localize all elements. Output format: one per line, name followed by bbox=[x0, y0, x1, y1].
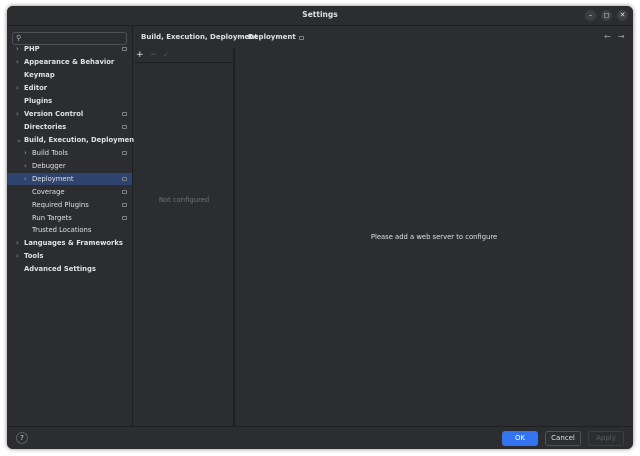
project-scope-icon bbox=[122, 151, 127, 155]
sidebar-item-label: Directories bbox=[24, 123, 67, 131]
project-scope-icon bbox=[122, 177, 127, 181]
sidebar-item[interactable]: › Tools bbox=[7, 250, 132, 262]
sidebar-item-label: Required Plugins bbox=[32, 201, 89, 209]
project-scope-icon bbox=[122, 216, 127, 220]
sidebar-item-label: Keymap bbox=[24, 71, 55, 79]
empty-list-text: Not configured bbox=[158, 196, 210, 204]
sidebar-item[interactable]: Advanced Settings bbox=[7, 263, 132, 275]
sidebar-item[interactable]: Run Targets bbox=[7, 212, 132, 224]
server-toolbar: + − ✓ bbox=[134, 49, 234, 63]
project-scope-icon bbox=[122, 190, 127, 194]
chevron-right-icon[interactable]: › bbox=[24, 147, 27, 159]
dialog-footer: ? OK Cancel Apply bbox=[7, 426, 633, 449]
sidebar-item-label: Editor bbox=[24, 84, 48, 92]
sidebar-item[interactable]: › PHP bbox=[7, 43, 132, 55]
cancel-button[interactable]: Cancel bbox=[545, 431, 581, 446]
sidebar-item-label: Build, Execution, Deployment bbox=[24, 136, 138, 144]
sidebar-item[interactable]: Required Plugins bbox=[7, 199, 132, 211]
project-scope-icon bbox=[122, 125, 127, 129]
check-icon[interactable]: ✓ bbox=[163, 51, 169, 59]
chevron-right-icon[interactable]: › bbox=[16, 56, 19, 68]
sidebar-item[interactable]: Directories bbox=[7, 121, 132, 133]
server-list-panel: + − ✓ Not configured bbox=[134, 49, 234, 427]
settings-sidebar: ⚲ › PHP › Appearance & Behavior Keymap › Edito… bbox=[7, 26, 137, 427]
sidebar-item[interactable]: › Editor bbox=[7, 82, 132, 94]
project-scope-icon bbox=[299, 36, 304, 40]
ok-button[interactable]: OK bbox=[502, 431, 538, 446]
sidebar-item-label: Plugins bbox=[24, 97, 53, 105]
settings-dialog: Settings – ◻ ✕ ⚲ › PHP › Appearance & Behav… bbox=[7, 6, 633, 449]
chevron-right-icon[interactable]: › bbox=[24, 173, 27, 185]
sidebar-item[interactable]: Coverage bbox=[7, 186, 132, 198]
project-scope-icon bbox=[122, 47, 127, 51]
sidebar-item-label: Deployment bbox=[32, 175, 74, 183]
sidebar-item-label: Tools bbox=[24, 252, 44, 260]
add-icon[interactable]: + bbox=[136, 50, 144, 60]
window-title: Settings bbox=[302, 10, 338, 19]
sidebar-item-label: Advanced Settings bbox=[24, 265, 96, 273]
chevron-right-icon[interactable]: › bbox=[16, 43, 19, 55]
main-panel: Build, Execution, Deployment › Deploymen… bbox=[134, 26, 633, 427]
sidebar-item[interactable]: › Build Tools bbox=[7, 147, 132, 159]
close-button[interactable]: ✕ bbox=[617, 10, 628, 21]
dialog-body: ⚲ › PHP › Appearance & Behavior Keymap › Edito… bbox=[7, 25, 633, 427]
chevron-right-icon[interactable]: › bbox=[16, 82, 19, 94]
project-scope-icon bbox=[122, 112, 127, 116]
help-icon[interactable]: ? bbox=[16, 432, 28, 444]
sidebar-item-label: Appearance & Behavior bbox=[24, 58, 115, 66]
configure-hint: Please add a web server to configure bbox=[370, 233, 498, 241]
project-scope-icon bbox=[122, 203, 127, 207]
sidebar-item[interactable]: ⌄ Build, Execution, Deployment bbox=[7, 134, 137, 146]
remove-icon[interactable]: − bbox=[150, 50, 158, 60]
sidebar-item-label: Trusted Locations bbox=[32, 226, 92, 234]
search-icon: ⚲ bbox=[16, 34, 22, 42]
minimize-button[interactable]: – bbox=[585, 10, 596, 21]
maximize-button[interactable]: ◻ bbox=[601, 10, 612, 21]
server-details-panel: Please add a web server to configure bbox=[235, 49, 633, 427]
chevron-right-icon[interactable]: › bbox=[16, 237, 19, 249]
sidebar-item-label: Build Tools bbox=[32, 149, 68, 157]
sidebar-item[interactable]: › Languages & Frameworks bbox=[7, 237, 132, 249]
sidebar-item[interactable]: Keymap bbox=[7, 69, 132, 81]
sidebar-item[interactable]: › Debugger bbox=[7, 160, 132, 172]
breadcrumb: Build, Execution, Deployment › Deploymen… bbox=[134, 26, 633, 49]
sidebar-item-label: Coverage bbox=[32, 188, 65, 196]
chevron-right-icon: › bbox=[240, 32, 243, 41]
sidebar-item[interactable]: Trusted Locations bbox=[7, 224, 132, 236]
back-icon[interactable]: ← bbox=[604, 32, 611, 41]
sidebar-item[interactable]: › Version Control bbox=[7, 108, 132, 120]
apply-button[interactable]: Apply bbox=[588, 431, 624, 446]
chevron-right-icon[interactable]: › bbox=[24, 160, 27, 172]
breadcrumb-current: Deployment bbox=[248, 33, 296, 41]
sidebar-item-label: Debugger bbox=[32, 162, 66, 170]
forward-icon[interactable]: → bbox=[618, 32, 625, 41]
sidebar-item-label: Version Control bbox=[24, 110, 84, 118]
sidebar-item[interactable]: Plugins bbox=[7, 95, 132, 107]
sidebar-item[interactable]: › Appearance & Behavior bbox=[7, 56, 132, 68]
title-bar: Settings – ◻ ✕ bbox=[7, 6, 633, 25]
chevron-right-icon[interactable]: › bbox=[16, 108, 19, 120]
sidebar-item-label: Languages & Frameworks bbox=[24, 239, 123, 247]
chevron-right-icon[interactable]: › bbox=[16, 250, 19, 262]
sidebar-item[interactable]: › Deployment bbox=[7, 173, 132, 185]
sidebar-item-label: Run Targets bbox=[32, 214, 72, 222]
sidebar-item-label: PHP bbox=[24, 45, 40, 53]
chevron-down-icon[interactable]: ⌄ bbox=[16, 134, 22, 146]
